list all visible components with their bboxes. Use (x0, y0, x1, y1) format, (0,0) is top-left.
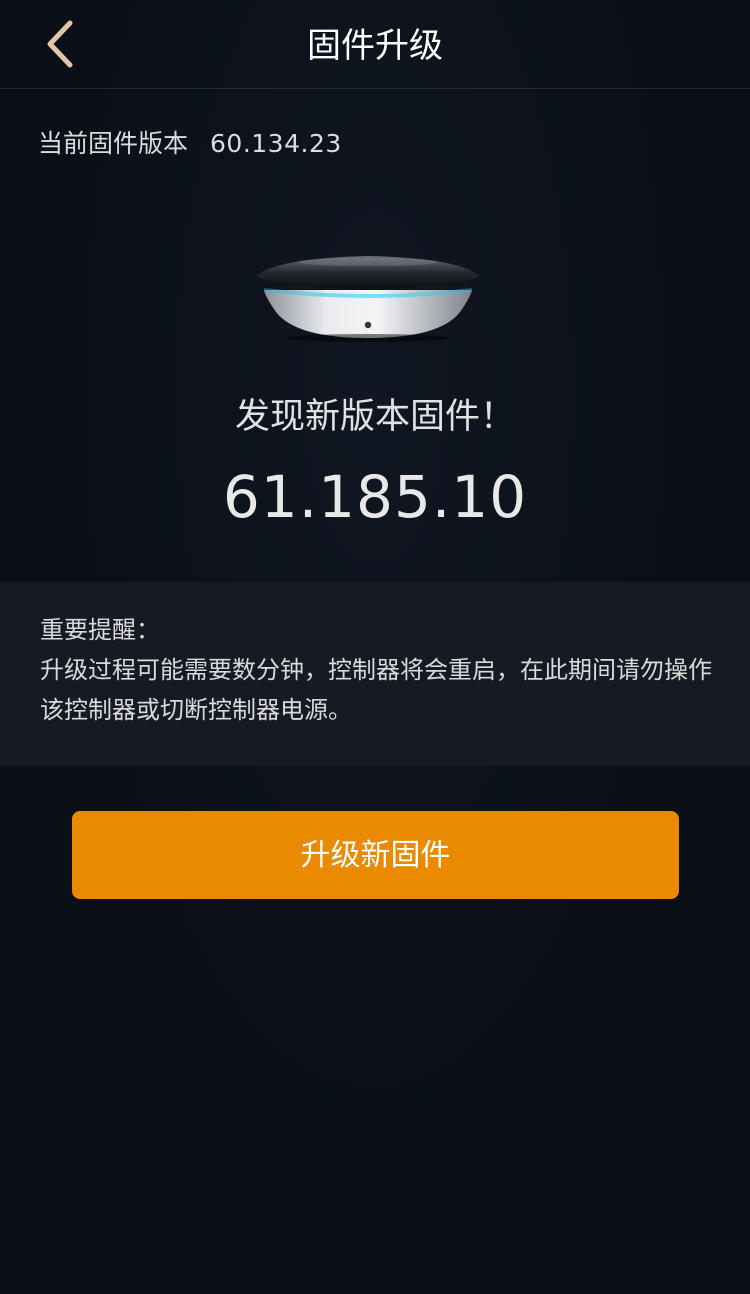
current-version-label: 当前固件版本 (38, 129, 189, 158)
device-image (248, 240, 488, 350)
upgrade-firmware-button[interactable]: 升级新固件 (72, 811, 679, 899)
chevron-left-icon (30, 14, 90, 74)
current-version-value: 60.134.23 (210, 129, 342, 158)
firmware-upgrade-screen: 固件升级 当前固件版本 60.134.23 发现新版本固件！ 61.185.10… (0, 0, 750, 1294)
important-notice-panel: 重要提醒： 升级过程可能需要数分钟，控制器将会重启，在此期间请勿操作该控制器或切… (0, 582, 750, 766)
page-title: 固件升级 (307, 26, 443, 66)
nav-bar: 固件升级 (0, 0, 750, 89)
new-firmware-version: 61.185.10 (222, 463, 528, 531)
notice-title: 重要提醒： (40, 616, 160, 644)
current-version-row: 当前固件版本 60.134.23 (38, 124, 342, 164)
notice-body: 升级过程可能需要数分钟，控制器将会重启，在此期间请勿操作该控制器或切断控制器电源… (40, 656, 712, 724)
new-firmware-found-text: 发现新版本固件！ (234, 397, 515, 437)
back-button[interactable] (30, 14, 90, 74)
